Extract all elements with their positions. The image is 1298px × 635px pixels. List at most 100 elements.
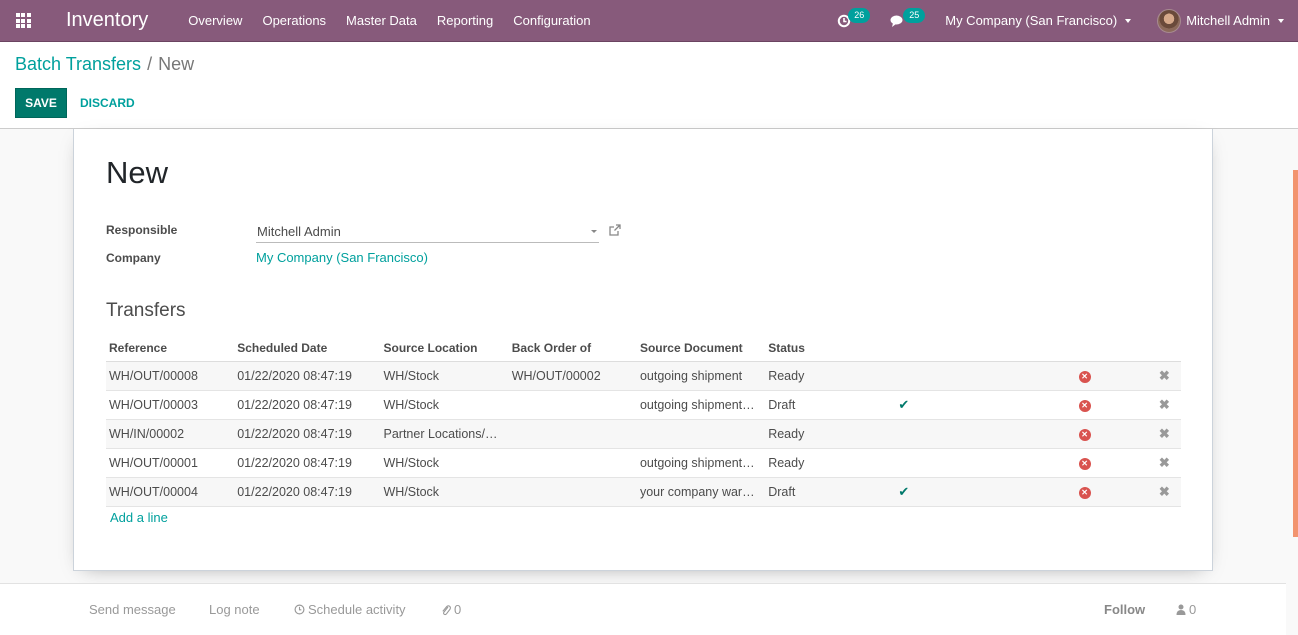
menu-reporting[interactable]: Reporting <box>427 13 503 28</box>
message-count-badge: 25 <box>903 8 926 23</box>
column-header-confirm <box>845 336 1006 362</box>
menu-master-data[interactable]: Master Data <box>336 13 427 28</box>
breadcrumb-current: New <box>158 54 195 74</box>
cell-delete: ✖ <box>1125 390 1181 420</box>
cell-status: Draft <box>765 477 846 507</box>
times-circle-icon[interactable]: ✕ <box>1078 429 1091 441</box>
activity-menu[interactable]: 26 <box>827 8 880 28</box>
table-row[interactable]: WH/OUT/00001 01/22/2020 08:47:19 WH/Stock o… <box>106 448 1181 478</box>
cell-confirm <box>845 361 1006 391</box>
cell-source-document: outgoing shipment… <box>636 390 766 420</box>
send-message-button[interactable]: Send message <box>89 602 176 617</box>
cell-delete: ✖ <box>1125 477 1181 507</box>
log-note-button[interactable]: Log note <box>209 602 260 617</box>
cell-source-location: WH/Stock <box>380 448 509 478</box>
delete-row-icon[interactable]: ✖ <box>1159 368 1170 384</box>
main-menu: Overview Operations Master Data Reportin… <box>178 13 600 28</box>
column-header-source-document[interactable]: Source Document <box>636 336 766 362</box>
menu-overview[interactable]: Overview <box>178 13 252 28</box>
cell-scheduled-date: 01/22/2020 08:47:19 <box>234 448 381 478</box>
cell-cancel: ✕ <box>1005 477 1126 507</box>
messaging-menu[interactable]: 25 <box>880 8 935 28</box>
user-menu[interactable]: Mitchell Admin <box>1145 8 1298 33</box>
cell-cancel: ✕ <box>1005 419 1126 449</box>
company-switcher[interactable]: My Company (San Francisco) <box>935 13 1145 28</box>
form-sheet: New Responsible Mitchell Admin Company M… <box>73 129 1213 571</box>
cell-reference: WH/OUT/00008 <box>106 361 235 391</box>
breadcrumb-separator: / <box>147 54 153 74</box>
column-header-cancel <box>1005 336 1126 362</box>
cell-source-document: outgoing shipment… <box>636 448 766 478</box>
delete-row-icon[interactable]: ✖ <box>1159 426 1170 442</box>
follow-button[interactable]: Follow <box>1104 602 1145 617</box>
times-circle-icon[interactable]: ✕ <box>1078 487 1091 499</box>
schedule-activity-button[interactable]: Schedule activity <box>294 602 406 617</box>
cell-scheduled-date: 01/22/2020 08:47:19 <box>234 390 381 420</box>
cell-source-document: outgoing shipment <box>636 361 766 391</box>
discard-button[interactable]: DISCARD <box>80 88 135 118</box>
breadcrumb-batch-transfers[interactable]: Batch Transfers <box>15 54 141 74</box>
systray: 26 25 My Company (San Francisco) Mitchel… <box>827 0 1298 42</box>
check-icon[interactable]: ✔ <box>898 484 909 500</box>
cell-back-order-of <box>508 448 637 478</box>
menu-configuration[interactable]: Configuration <box>503 13 600 28</box>
table-row[interactable]: WH/OUT/00008 01/22/2020 08:47:19 WH/Stock W… <box>106 361 1181 391</box>
column-header-reference[interactable]: Reference <box>106 336 235 362</box>
delete-row-icon[interactable]: ✖ <box>1159 484 1170 500</box>
column-header-status[interactable]: Status <box>765 336 846 362</box>
column-header-back-order-of[interactable]: Back Order of <box>508 336 637 362</box>
cell-confirm <box>845 419 1006 449</box>
activity-count-badge: 26 <box>848 8 871 23</box>
followers-button[interactable]: 0 <box>1176 602 1196 617</box>
control-panel: Batch Transfers / New SAVE DISCARD <box>0 42 1298 129</box>
transfers-table: Reference Scheduled Date Source Location… <box>106 336 1181 507</box>
chevron-down-icon <box>1278 18 1284 23</box>
cell-scheduled-date: 01/22/2020 08:47:19 <box>234 361 381 391</box>
schedule-activity-label: Schedule activity <box>308 602 406 617</box>
cell-source-document: your company war… <box>636 477 766 507</box>
table-row[interactable]: WH/OUT/00004 01/22/2020 08:47:19 WH/Stock y… <box>106 477 1181 507</box>
check-icon[interactable]: ✔ <box>898 397 909 413</box>
table-row[interactable]: WH/OUT/00003 01/22/2020 08:47:19 WH/Stock o… <box>106 390 1181 420</box>
cell-delete: ✖ <box>1125 448 1181 478</box>
apps-menu-icon[interactable] <box>0 0 46 42</box>
cell-source-location: WH/Stock <box>380 361 509 391</box>
menu-operations[interactable]: Operations <box>252 13 336 28</box>
transfers-section-title: Transfers <box>106 300 186 321</box>
cell-delete: ✖ <box>1125 419 1181 449</box>
attachments-button[interactable]: 0 <box>441 602 461 617</box>
save-button[interactable]: SAVE <box>15 88 67 118</box>
times-circle-icon[interactable]: ✕ <box>1078 458 1091 470</box>
record-title: New <box>106 155 169 190</box>
app-name[interactable]: Inventory <box>46 9 178 32</box>
cell-reference: WH/IN/00002 <box>106 419 235 449</box>
cell-reference: WH/OUT/00001 <box>106 448 235 478</box>
cell-confirm: ✔ <box>845 390 1006 420</box>
responsible-field[interactable]: Mitchell Admin <box>256 221 599 243</box>
cell-source-location: WH/Stock <box>380 477 509 507</box>
scrollbar-thumb[interactable] <box>1293 170 1298 537</box>
cell-scheduled-date: 01/22/2020 08:47:19 <box>234 419 381 449</box>
cell-cancel: ✕ <box>1005 448 1126 478</box>
delete-row-icon[interactable]: ✖ <box>1159 455 1170 471</box>
company-name: My Company (San Francisco) <box>945 13 1118 28</box>
table-header: Reference Scheduled Date Source Location… <box>106 336 1181 362</box>
table-row[interactable]: WH/IN/00002 01/22/2020 08:47:19 Partner Lo… <box>106 419 1181 449</box>
external-link-icon[interactable] <box>608 223 622 237</box>
attachments-count: 0 <box>454 602 462 617</box>
column-header-scheduled-date[interactable]: Scheduled Date <box>234 336 381 362</box>
cell-reference: WH/OUT/00004 <box>106 477 235 507</box>
delete-row-icon[interactable]: ✖ <box>1159 397 1170 413</box>
cell-status: Ready <box>765 419 846 449</box>
cell-reference: WH/OUT/00003 <box>106 390 235 420</box>
chevron-down-icon[interactable] <box>591 230 597 233</box>
times-circle-icon[interactable]: ✕ <box>1078 400 1091 412</box>
chevron-down-icon <box>1125 18 1132 23</box>
company-link[interactable]: My Company (San Francisco) <box>256 250 428 265</box>
clock-icon <box>294 604 305 615</box>
times-circle-icon[interactable]: ✕ <box>1078 371 1091 383</box>
add-line-link[interactable]: Add a line <box>110 510 168 525</box>
cell-status: Ready <box>765 361 846 391</box>
column-header-source-location[interactable]: Source Location <box>380 336 509 362</box>
top-navbar: Inventory Overview Operations Master Dat… <box>0 0 1298 42</box>
